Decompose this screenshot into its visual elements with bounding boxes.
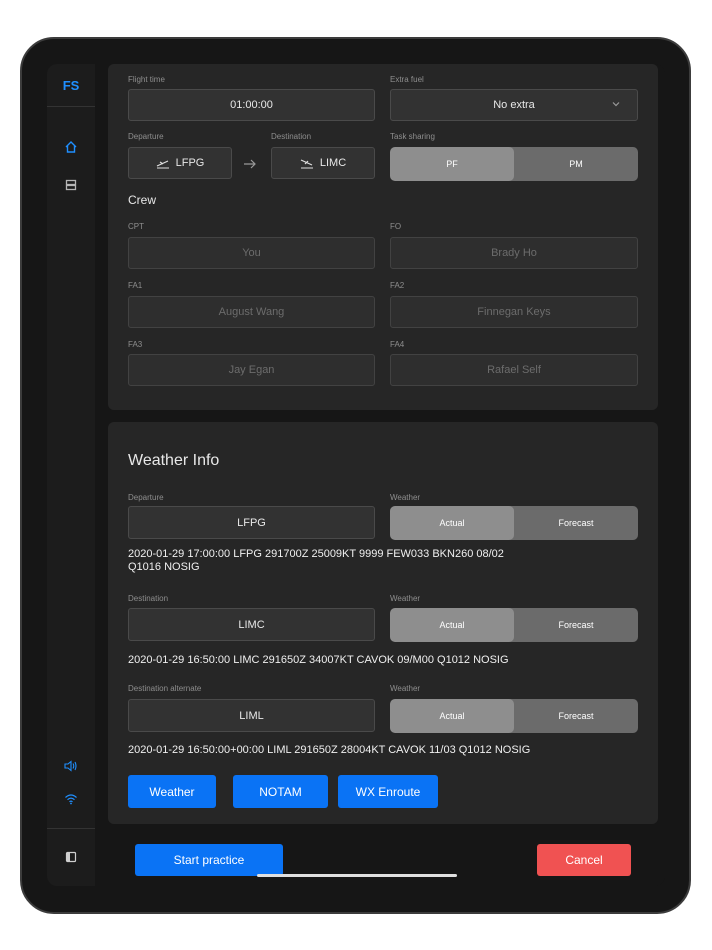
flight-time-field[interactable]: 01:00:00: [128, 89, 375, 121]
destination-metar: 2020-01-29 16:50:00 LIMC 291650Z 34007KT…: [128, 654, 509, 666]
fo-field[interactable]: Brady Ho: [390, 237, 638, 269]
fa2-label: FA2: [390, 281, 405, 290]
task-sharing-toggle: PF PM: [390, 147, 638, 181]
wx-departure-toggle: Actual Forecast: [390, 506, 638, 540]
home-icon[interactable]: [60, 136, 82, 158]
departure-value: LFPG: [175, 157, 205, 169]
fa3-field[interactable]: Jay Egan: [128, 354, 375, 386]
wx-destination-actual[interactable]: Actual: [390, 608, 514, 642]
departure-metar: 2020-01-29 17:00:00 LFPG 291700Z 25009KT…: [128, 548, 628, 574]
task-option-pm[interactable]: PM: [514, 147, 638, 181]
home-indicator[interactable]: [257, 874, 457, 877]
departure-field[interactable]: LFPG: [128, 147, 232, 179]
wx-alternate-toggle: Actual Forecast: [390, 699, 638, 733]
wx-alternate-label: Destination alternate: [128, 684, 202, 693]
app-logo: FS: [47, 64, 95, 107]
weather-button[interactable]: Weather: [128, 775, 216, 808]
departure-label: Departure: [128, 132, 164, 141]
weather-info-title: Weather Info: [128, 452, 220, 469]
wx-alternate-weather-label: Weather: [390, 684, 421, 693]
app-screen: FS Flight time 01:00:00 Extra fuel No ex…: [47, 64, 665, 886]
departure-metar-line-1: 2020-01-29 17:00:00 LFPG 291700Z 25009KT…: [128, 548, 504, 560]
sidebar-footer: [47, 828, 95, 886]
flight-card: Flight time 01:00:00 Extra fuel No extra…: [108, 64, 658, 410]
wx-enroute-button[interactable]: WX Enroute: [338, 775, 438, 808]
destination-field[interactable]: LIMC: [271, 147, 375, 179]
fa4-label: FA4: [390, 340, 405, 349]
sidebar: FS: [47, 64, 96, 886]
landing-icon: [300, 157, 314, 169]
wifi-icon[interactable]: [60, 788, 82, 810]
wx-departure-actual[interactable]: Actual: [390, 506, 514, 540]
wx-departure-weather-label: Weather: [390, 493, 421, 502]
task-sharing-label: Task sharing: [390, 132, 435, 141]
wx-destination-forecast[interactable]: Forecast: [514, 608, 638, 642]
notam-button[interactable]: NOTAM: [233, 775, 328, 808]
flight-time-label: Flight time: [128, 75, 165, 84]
wx-destination-weather-label: Weather: [390, 594, 421, 603]
wx-departure-label: Departure: [128, 493, 164, 502]
speaker-icon[interactable]: [60, 755, 82, 777]
database-icon[interactable]: [60, 174, 82, 196]
takeoff-icon: [156, 157, 170, 169]
departure-metar-line-2: Q1016 NOSIG: [128, 561, 200, 573]
wx-destination-toggle: Actual Forecast: [390, 608, 638, 642]
crew-title: Crew: [128, 193, 157, 207]
fa1-field[interactable]: August Wang: [128, 296, 375, 328]
sidebar-toggle-icon[interactable]: [60, 846, 82, 868]
start-practice-button[interactable]: Start practice: [135, 844, 283, 876]
wx-destination-label: Destination: [128, 594, 169, 603]
arrow-right-icon: [243, 157, 257, 175]
wx-alternate-field[interactable]: LIML: [128, 699, 375, 732]
fa2-field[interactable]: Finnegan Keys: [390, 296, 638, 328]
wx-alternate-forecast[interactable]: Forecast: [514, 699, 638, 733]
weather-card: Weather Info Departure LFPG Weather Actu…: [108, 422, 658, 824]
wx-departure-field[interactable]: LFPG: [128, 506, 375, 539]
fa1-label: FA1: [128, 281, 143, 290]
cpt-field[interactable]: You: [128, 237, 375, 269]
chevron-down-icon: [611, 99, 621, 112]
wx-destination-field[interactable]: LIMC: [128, 608, 375, 641]
main-content: Flight time 01:00:00 Extra fuel No extra…: [95, 64, 665, 886]
extra-fuel-select[interactable]: No extra: [390, 89, 638, 121]
alternate-metar: 2020-01-29 16:50:00+00:00 LIML 291650Z 2…: [128, 744, 531, 756]
fa4-field[interactable]: Rafael Self: [390, 354, 638, 386]
destination-label: Destination: [271, 132, 312, 141]
task-option-pf[interactable]: PF: [390, 147, 514, 181]
fo-label: FO: [390, 222, 402, 231]
wx-departure-forecast[interactable]: Forecast: [514, 506, 638, 540]
destination-value: LIMC: [319, 157, 347, 169]
extra-fuel-value: No extra: [493, 99, 535, 111]
extra-fuel-label: Extra fuel: [390, 75, 424, 84]
cpt-label: CPT: [128, 222, 144, 231]
fa3-label: FA3: [128, 340, 143, 349]
wx-alternate-actual[interactable]: Actual: [390, 699, 514, 733]
cancel-button[interactable]: Cancel: [537, 844, 631, 876]
